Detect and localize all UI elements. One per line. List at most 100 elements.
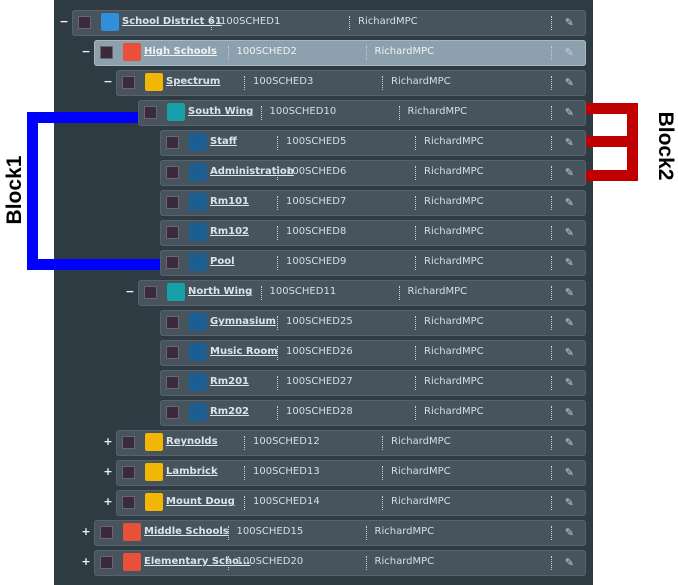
edit-pencil-icon[interactable]: ✎: [565, 136, 574, 149]
edit-pencil-icon[interactable]: ✎: [565, 376, 574, 389]
edit-pencil-icon[interactable]: ✎: [565, 466, 574, 479]
row-checkbox[interactable]: [123, 437, 134, 448]
tree-row[interactable]: High Schools 100SCHED2 RichardMPC ✎: [94, 40, 586, 66]
edit-pencil-icon[interactable]: ✎: [565, 286, 574, 299]
row-name-link[interactable]: Mount Doug: [166, 496, 235, 507]
collapse-toggle[interactable]: −: [59, 15, 69, 28]
row-checkbox[interactable]: [167, 257, 178, 268]
edit-pencil-icon[interactable]: ✎: [565, 556, 574, 569]
row-checkbox[interactable]: [167, 137, 178, 148]
edit-pencil-icon[interactable]: ✎: [565, 346, 574, 359]
row-owner: RichardMPC: [424, 316, 484, 327]
row-code: 100SCHED14: [253, 496, 320, 507]
column-separator: [398, 286, 400, 300]
row-name-link[interactable]: Rm102: [210, 226, 249, 237]
edit-pencil-icon[interactable]: ✎: [565, 256, 574, 269]
tree-row[interactable]: Rm202 100SCHED28 RichardMPC ✎: [160, 400, 586, 426]
row-name-link[interactable]: School District 61: [122, 16, 222, 27]
row-name-link[interactable]: Administration: [210, 166, 294, 177]
row-checkbox[interactable]: [145, 287, 156, 298]
edit-pencil-icon[interactable]: ✎: [565, 196, 574, 209]
row-name-link[interactable]: North Wing: [188, 286, 252, 297]
edit-pencil-icon[interactable]: ✎: [565, 316, 574, 329]
row-checkbox[interactable]: [167, 377, 178, 388]
column-separator: [277, 346, 278, 360]
row-checkbox[interactable]: [101, 47, 112, 58]
edit-pencil-icon[interactable]: ✎: [565, 166, 574, 179]
row-owner: RichardMPC: [424, 136, 484, 147]
edit-pencil-icon[interactable]: ✎: [565, 436, 574, 449]
edit-pencil-icon[interactable]: ✎: [565, 226, 574, 239]
row-checkbox[interactable]: [123, 497, 134, 508]
row-checkbox[interactable]: [123, 467, 134, 478]
tree-row[interactable]: Gymnasium 100SCHED25 RichardMPC ✎: [160, 310, 586, 336]
row-checkbox[interactable]: [167, 167, 178, 178]
column-separator: [277, 256, 278, 270]
row-name-link[interactable]: Elementary Scho...: [144, 556, 250, 567]
expand-toggle[interactable]: +: [103, 435, 113, 448]
column-separator: [382, 496, 383, 510]
row-name-link[interactable]: South Wing: [188, 106, 253, 117]
row-checkbox[interactable]: [101, 527, 112, 538]
row-name-link[interactable]: Middle Schools: [144, 526, 229, 537]
row-checkbox[interactable]: [79, 17, 90, 28]
expand-toggle[interactable]: +: [81, 555, 91, 568]
tree-row[interactable]: Mount Doug 100SCHED14 RichardMPC ✎: [116, 490, 586, 516]
row-name-link[interactable]: Rm202: [210, 406, 249, 417]
collapse-toggle[interactable]: −: [81, 45, 91, 58]
tree-row[interactable]: North Wing 100SCHED11 RichardMPC ✎: [138, 280, 586, 306]
row-code: 100SCHED9: [286, 256, 347, 267]
row-name-link[interactable]: Pool: [210, 256, 235, 267]
row-checkbox[interactable]: [167, 227, 178, 238]
expand-toggle[interactable]: +: [81, 525, 91, 538]
row-checkbox[interactable]: [167, 347, 178, 358]
row-name-link[interactable]: Spectrum: [166, 76, 220, 87]
tree-row[interactable]: Administration 100SCHED6 RichardMPC ✎: [160, 160, 586, 186]
row-checkbox[interactable]: [167, 197, 178, 208]
tree-row[interactable]: Spectrum 100SCHED3 RichardMPC ✎: [116, 70, 586, 96]
tree-row[interactable]: Music Room 100SCHED26 RichardMPC ✎: [160, 340, 586, 366]
row-name-link[interactable]: High Schools: [144, 46, 217, 57]
row-name-link[interactable]: Rm201: [210, 376, 249, 387]
tree-row[interactable]: Reynolds 100SCHED12 RichardMPC ✎: [116, 430, 586, 456]
row-checkbox[interactable]: [101, 557, 112, 568]
row-checkbox[interactable]: [145, 107, 156, 118]
tree-row[interactable]: School District 61 100SCHED1 RichardMPC ✎: [72, 10, 586, 36]
color-swatch: [189, 373, 207, 391]
row-name-link[interactable]: Rm101: [210, 196, 249, 207]
tree-row[interactable]: Lambrick 100SCHED13 RichardMPC ✎: [116, 460, 586, 486]
tree-row[interactable]: Rm101 100SCHED7 RichardMPC ✎: [160, 190, 586, 216]
expand-toggle[interactable]: +: [103, 495, 113, 508]
edit-pencil-icon[interactable]: ✎: [565, 526, 574, 539]
row-name-link[interactable]: Lambrick: [166, 466, 218, 477]
row-name-link[interactable]: Music Room: [210, 346, 278, 357]
tree-row[interactable]: Rm102 100SCHED8 RichardMPC ✎: [160, 220, 586, 246]
row-checkbox[interactable]: [167, 407, 178, 418]
expand-toggle[interactable]: +: [103, 465, 113, 478]
row-name-link[interactable]: Reynolds: [166, 436, 218, 447]
collapse-toggle[interactable]: −: [103, 75, 113, 88]
row-owner: RichardMPC: [424, 376, 484, 387]
edit-pencil-icon[interactable]: ✎: [565, 16, 574, 29]
edit-pencil-icon[interactable]: ✎: [565, 106, 574, 119]
block2-label: Block2: [654, 111, 677, 181]
block1-bracket-side: [27, 112, 38, 270]
edit-pencil-icon[interactable]: ✎: [565, 496, 574, 509]
row-checkbox[interactable]: [167, 317, 178, 328]
row-name-link[interactable]: Staff: [210, 136, 237, 147]
column-separator: [277, 376, 278, 390]
edit-pencil-icon[interactable]: ✎: [565, 76, 574, 89]
tree-row[interactable]: South Wing 100SCHED10 RichardMPC ✎: [138, 100, 586, 126]
tree-row[interactable]: Pool 100SCHED9 RichardMPC ✎: [160, 250, 586, 276]
row-name-link[interactable]: Gymnasium: [210, 316, 276, 327]
tree-row[interactable]: Middle Schools 100SCHED15 RichardMPC ✎: [94, 520, 586, 546]
column-separator: [551, 556, 552, 570]
row-checkbox[interactable]: [123, 77, 134, 88]
row-owner: RichardMPC: [424, 166, 484, 177]
tree-row[interactable]: Staff 100SCHED5 RichardMPC ✎: [160, 130, 586, 156]
tree-row[interactable]: Elementary Scho... 100SCHED20 RichardMPC ✎: [94, 550, 586, 576]
edit-pencil-icon[interactable]: ✎: [565, 46, 574, 59]
collapse-toggle[interactable]: −: [125, 285, 135, 298]
edit-pencil-icon[interactable]: ✎: [565, 406, 574, 419]
tree-row[interactable]: Rm201 100SCHED27 RichardMPC ✎: [160, 370, 586, 396]
